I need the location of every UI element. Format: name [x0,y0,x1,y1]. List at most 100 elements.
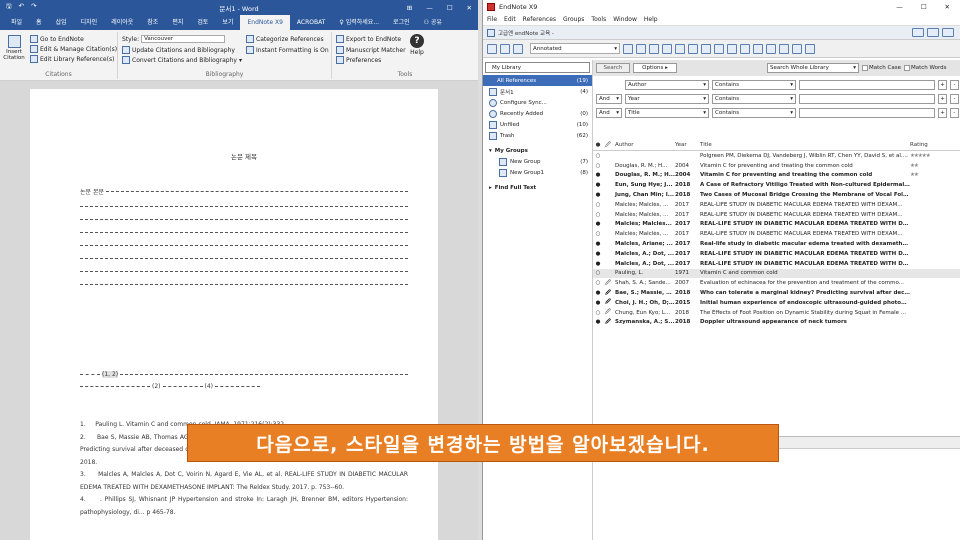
tab-review[interactable]: 검토 [190,15,215,30]
group-new-group1[interactable]: New Group1 (8) [483,167,592,178]
minimize-button[interactable]: — [896,3,903,11]
column-rating[interactable]: Rating [910,142,950,148]
close-button[interactable]: ✕ [945,3,950,11]
style-value[interactable]: Vancouver [141,35,226,43]
column-year[interactable]: Year [675,142,700,148]
share-button[interactable]: ⚇ 공유 [417,15,449,30]
column-author[interactable]: Author [613,142,675,148]
close-button[interactable]: ✕ [467,4,472,12]
add-row-button[interactable]: + [938,108,947,118]
tell-me-input[interactable]: ♀ 입력하세요... [332,15,386,30]
reference-row[interactable]: ● 🖉 Choi, J. H.; Oh, D;... 2015 Initial huma… [593,298,960,308]
instant-formatting-button[interactable]: Instant Formatting is On [246,46,329,54]
match-words-checkbox[interactable]: Match Words [904,65,947,71]
column-title[interactable]: Title [700,142,910,148]
tab-home[interactable]: 홈 [29,15,49,30]
reference-row[interactable]: ● Malcles, A.; Dot, ... 2017 REAL-LIFE STUD… [593,249,960,259]
tab-insert[interactable]: 삽입 [49,15,74,30]
reference-row[interactable]: ○ Pauling, L. 1971 Vitamin C and common col… [593,268,960,279]
operator-select[interactable]: Contains ▾ [712,80,796,90]
menu-groups[interactable]: Groups [563,16,584,23]
menu-edit[interactable]: Edit [504,16,516,23]
group-unfiled[interactable]: Unfiled (10) [483,119,592,130]
menu-tools[interactable]: Tools [591,16,606,23]
add-user-icon[interactable] [792,43,802,54]
help-button[interactable]: ? Help [410,34,424,56]
close-button[interactable] [942,28,954,37]
citation-field[interactable]: (2) [152,383,161,390]
help-icon[interactable] [805,43,815,54]
group-recently-added[interactable]: Recently Added (0) [483,108,592,119]
search-term-input[interactable] [799,108,935,118]
folder-icon[interactable] [487,43,497,54]
reference-row[interactable]: ● Jung, Chan Min; I... 2018 Two Cases of Mu… [593,190,960,200]
my-library-header[interactable]: My Library [485,62,590,73]
convert-citations-button[interactable]: Convert Citations and Bibliography ▾ [122,56,242,64]
remove-row-button[interactable]: - [950,80,959,90]
citation-field[interactable]: (1, 2) [102,371,119,378]
read-status-column-icon[interactable]: ● [593,142,603,148]
reference-row[interactable]: ● Douglas, R. M.; H... 2004 Vitamin C for p… [593,171,960,181]
remove-row-button[interactable]: - [950,94,959,104]
maximize-button[interactable]: ☐ [921,3,927,11]
new-reference-icon[interactable] [766,43,776,54]
search-term-input[interactable] [799,94,935,104]
go-to-endnote-button[interactable]: Go to EndNote [30,35,84,43]
configure-sync[interactable]: Configure Sync... [483,97,592,108]
format-bibliography-icon[interactable] [636,43,646,54]
menu-references[interactable]: References [523,16,556,23]
minimize-button[interactable]: — [426,4,433,12]
tab-endnote[interactable]: EndNote X9 [240,15,290,30]
reference-row[interactable]: ○ Malclès; Malclès, ... 2017 REAL-LIFE STUD… [593,210,960,220]
reference-row[interactable]: ● 🖉 Szymanska, A.; S... 2018 Doppler ultraso… [593,318,960,328]
match-case-checkbox[interactable]: Match Case [862,65,901,71]
field-select[interactable]: Title ▾ [625,108,709,118]
search-icon[interactable] [649,43,659,54]
restore-button[interactable] [912,28,924,37]
reference-row[interactable]: ○ Douglas, R. M.; H... 2004 Vitamin C for p… [593,161,960,171]
menu-help[interactable]: Help [644,16,658,23]
insert-citation-icon[interactable] [740,43,750,54]
share-icon[interactable] [688,43,698,54]
reference-row[interactable]: ○ Malclès; Malclès, ... 2017 REAL-LIFE STUD… [593,200,960,210]
find-full-text-icon[interactable] [701,43,711,54]
operator-select[interactable]: Contains ▾ [712,108,796,118]
insert-citation-icon[interactable] [623,43,633,54]
export-icon[interactable] [675,43,685,54]
group-trash[interactable]: Trash (62) [483,130,592,141]
operator-select[interactable]: Contains ▾ [712,94,796,104]
tab-view[interactable]: 보기 [215,15,240,30]
reference-row[interactable]: ● Malcles, A.; Dot, ... 2017 REAL-LIFE STUD… [593,259,960,269]
sign-in-link[interactable]: 로그인 [386,15,417,30]
reference-row[interactable]: ○ Malclès; Malclès, ... 2017 REAL-LIFE STUD… [593,229,960,239]
attach-pdf-icon[interactable] [727,43,737,54]
manuscript-matcher-button[interactable]: Manuscript Matcher [336,46,406,54]
update-citations-button[interactable]: Update Citations and Bibliography [122,46,235,54]
group-all-references[interactable]: All References (19) [483,75,592,86]
citation-field[interactable]: (4) [205,383,214,390]
reference-row[interactable]: ○ Polgreen PM, Diekema DJ, Vandeberg J, W… [593,151,960,161]
search-button[interactable]: Search [596,63,630,73]
style-select[interactable]: Style: Vancouver [122,35,226,43]
search-scope-select[interactable]: Search Whole Library ▾ [767,63,859,73]
tab-mailings[interactable]: 편지 [165,15,190,30]
categorize-references-button[interactable]: Categorize References [246,35,324,43]
tab-file[interactable]: 파일 [4,15,29,30]
online-search-icon[interactable] [513,43,523,54]
my-groups-header[interactable]: ▾ My Groups [483,145,592,156]
menu-file[interactable]: File [487,16,497,23]
import-icon[interactable] [662,43,672,54]
tab-acrobat[interactable]: ACROBAT [290,15,333,30]
format-icon[interactable] [753,43,763,54]
find-full-text-header[interactable]: ▸ Find Full Text [483,182,592,193]
boolean-select[interactable]: And ▾ [596,108,622,118]
document-page[interactable]: 논문 제목 논문 본문 (1, 2) (2) (4) 1. Pauling L. … [30,89,438,540]
preferences-button[interactable]: Preferences [336,56,381,64]
search-term-input[interactable] [799,80,935,90]
reference-row[interactable]: ○ 🖉 Chung, Eun Kyo; L... 2018 The Effects of… [593,308,960,318]
reference-row[interactable]: ● Malcles, Ariane; ... 2017 Real-life study… [593,239,960,249]
edit-library-references-button[interactable]: Edit Library Reference(s) [30,55,114,63]
group-new-group[interactable]: New Group (7) [483,156,592,167]
add-row-button[interactable]: + [938,94,947,104]
add-row-button[interactable]: + [938,80,947,90]
